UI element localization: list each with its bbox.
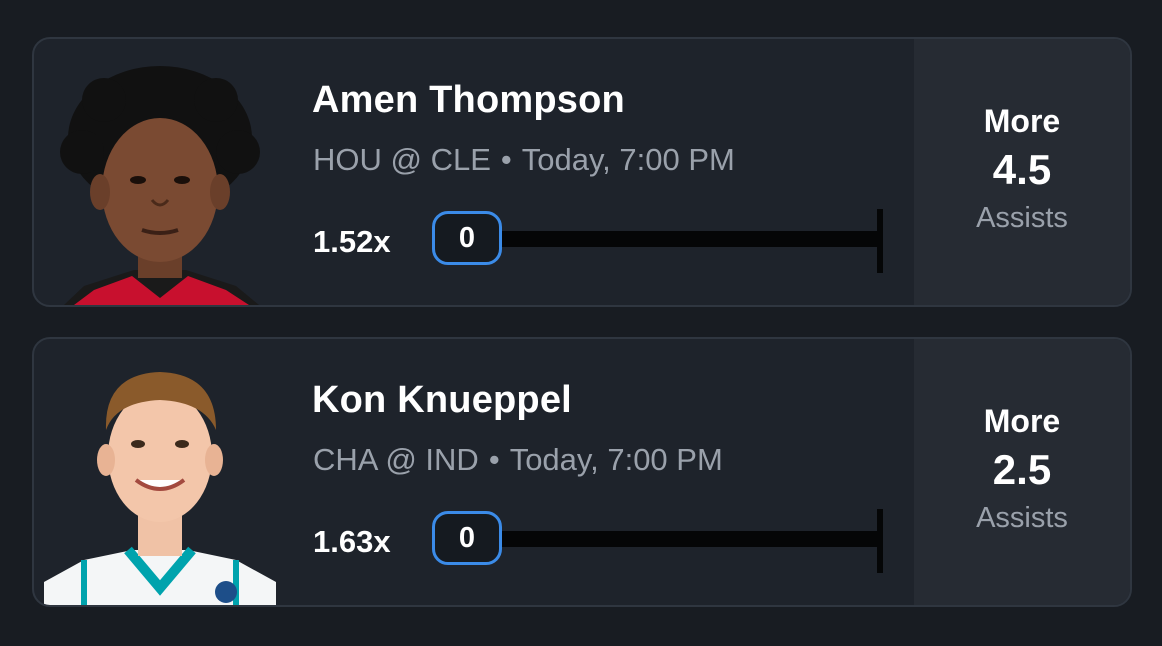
projection-line: 2.5 (992, 446, 1052, 493)
game-info: HOU @ CLE • Today, 7:00 PM (313, 142, 735, 178)
player-name: Amen Thompson (312, 79, 625, 121)
pick-direction: More (983, 103, 1061, 139)
progress-track (464, 531, 881, 547)
stat-type: Assists (976, 502, 1068, 534)
pick-card-1[interactable]: Amen Thompson HOU @ CLE • Today, 7:00 PM 1… (32, 37, 1132, 307)
game-info: CHA @ IND • Today, 7:00 PM (313, 442, 723, 478)
player-photo-kon-knueppel (44, 360, 276, 605)
matchup: CHA @ IND (313, 442, 479, 477)
progress-target-marker (877, 209, 883, 273)
player-photo-amen-thompson (44, 60, 276, 305)
pick-direction: More (983, 403, 1061, 439)
separator-dot: • (500, 142, 512, 177)
payout-multiplier: 1.63x (313, 524, 391, 559)
progress-target-marker (877, 509, 883, 573)
progress-track (464, 231, 881, 247)
matchup: HOU @ CLE (313, 142, 491, 177)
payout-multiplier: 1.52x (313, 224, 391, 259)
projection-panel[interactable]: More 4.5 Assists (914, 39, 1130, 305)
current-stat-value: 0 (432, 211, 502, 265)
separator-dot: • (488, 442, 500, 477)
player-name: Kon Knueppel (312, 379, 572, 421)
pick-card-2[interactable]: Kon Knueppel CHA @ IND • Today, 7:00 PM 1.… (32, 337, 1132, 607)
game-time: Today, 7:00 PM (521, 142, 735, 177)
current-stat-value: 0 (432, 511, 502, 565)
projection-line: 4.5 (992, 146, 1052, 193)
projection-panel[interactable]: More 2.5 Assists (914, 339, 1130, 605)
stat-type: Assists (976, 202, 1068, 234)
game-time: Today, 7:00 PM (509, 442, 723, 477)
